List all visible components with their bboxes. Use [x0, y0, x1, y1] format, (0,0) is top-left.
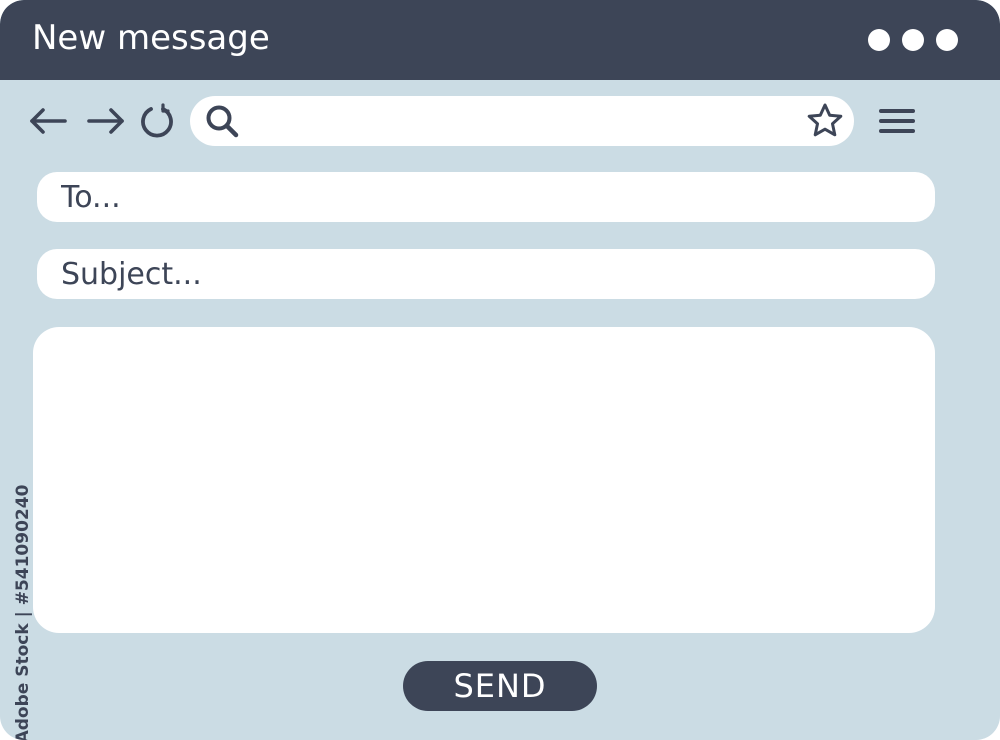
- dot: [902, 29, 924, 51]
- search-icon[interactable]: [204, 103, 240, 139]
- hamburger-menu-icon[interactable]: [876, 101, 918, 141]
- dot: [868, 29, 890, 51]
- three-dots-icon[interactable]: [868, 29, 958, 51]
- back-button[interactable]: [28, 101, 68, 141]
- reload-button[interactable]: [137, 101, 177, 141]
- stock-id-label: Adobe Stock | #541090240: [4, 485, 42, 740]
- reload-icon: [141, 103, 173, 138]
- search-input[interactable]: [248, 104, 792, 140]
- subject-field[interactable]: [61, 255, 921, 293]
- search-bar: [190, 96, 854, 146]
- send-button[interactable]: SEND: [403, 661, 597, 711]
- email-window: New message To... Subject... SEND Adobe …: [0, 0, 1000, 740]
- arrow-right-icon: [87, 108, 124, 134]
- stock-id-text: Adobe Stock | #541090240: [13, 484, 33, 740]
- forward-button[interactable]: [86, 101, 126, 141]
- window-title: New message: [32, 18, 270, 58]
- to-field[interactable]: [61, 178, 921, 216]
- star-icon[interactable]: [806, 102, 844, 140]
- title-bar: New message: [0, 0, 1000, 80]
- dot: [936, 29, 958, 51]
- subject-field-container: [37, 249, 935, 299]
- to-field-container: [37, 172, 935, 222]
- message-body-container: [33, 327, 935, 633]
- message-body-input[interactable]: [53, 343, 917, 619]
- arrow-left-icon: [30, 108, 67, 134]
